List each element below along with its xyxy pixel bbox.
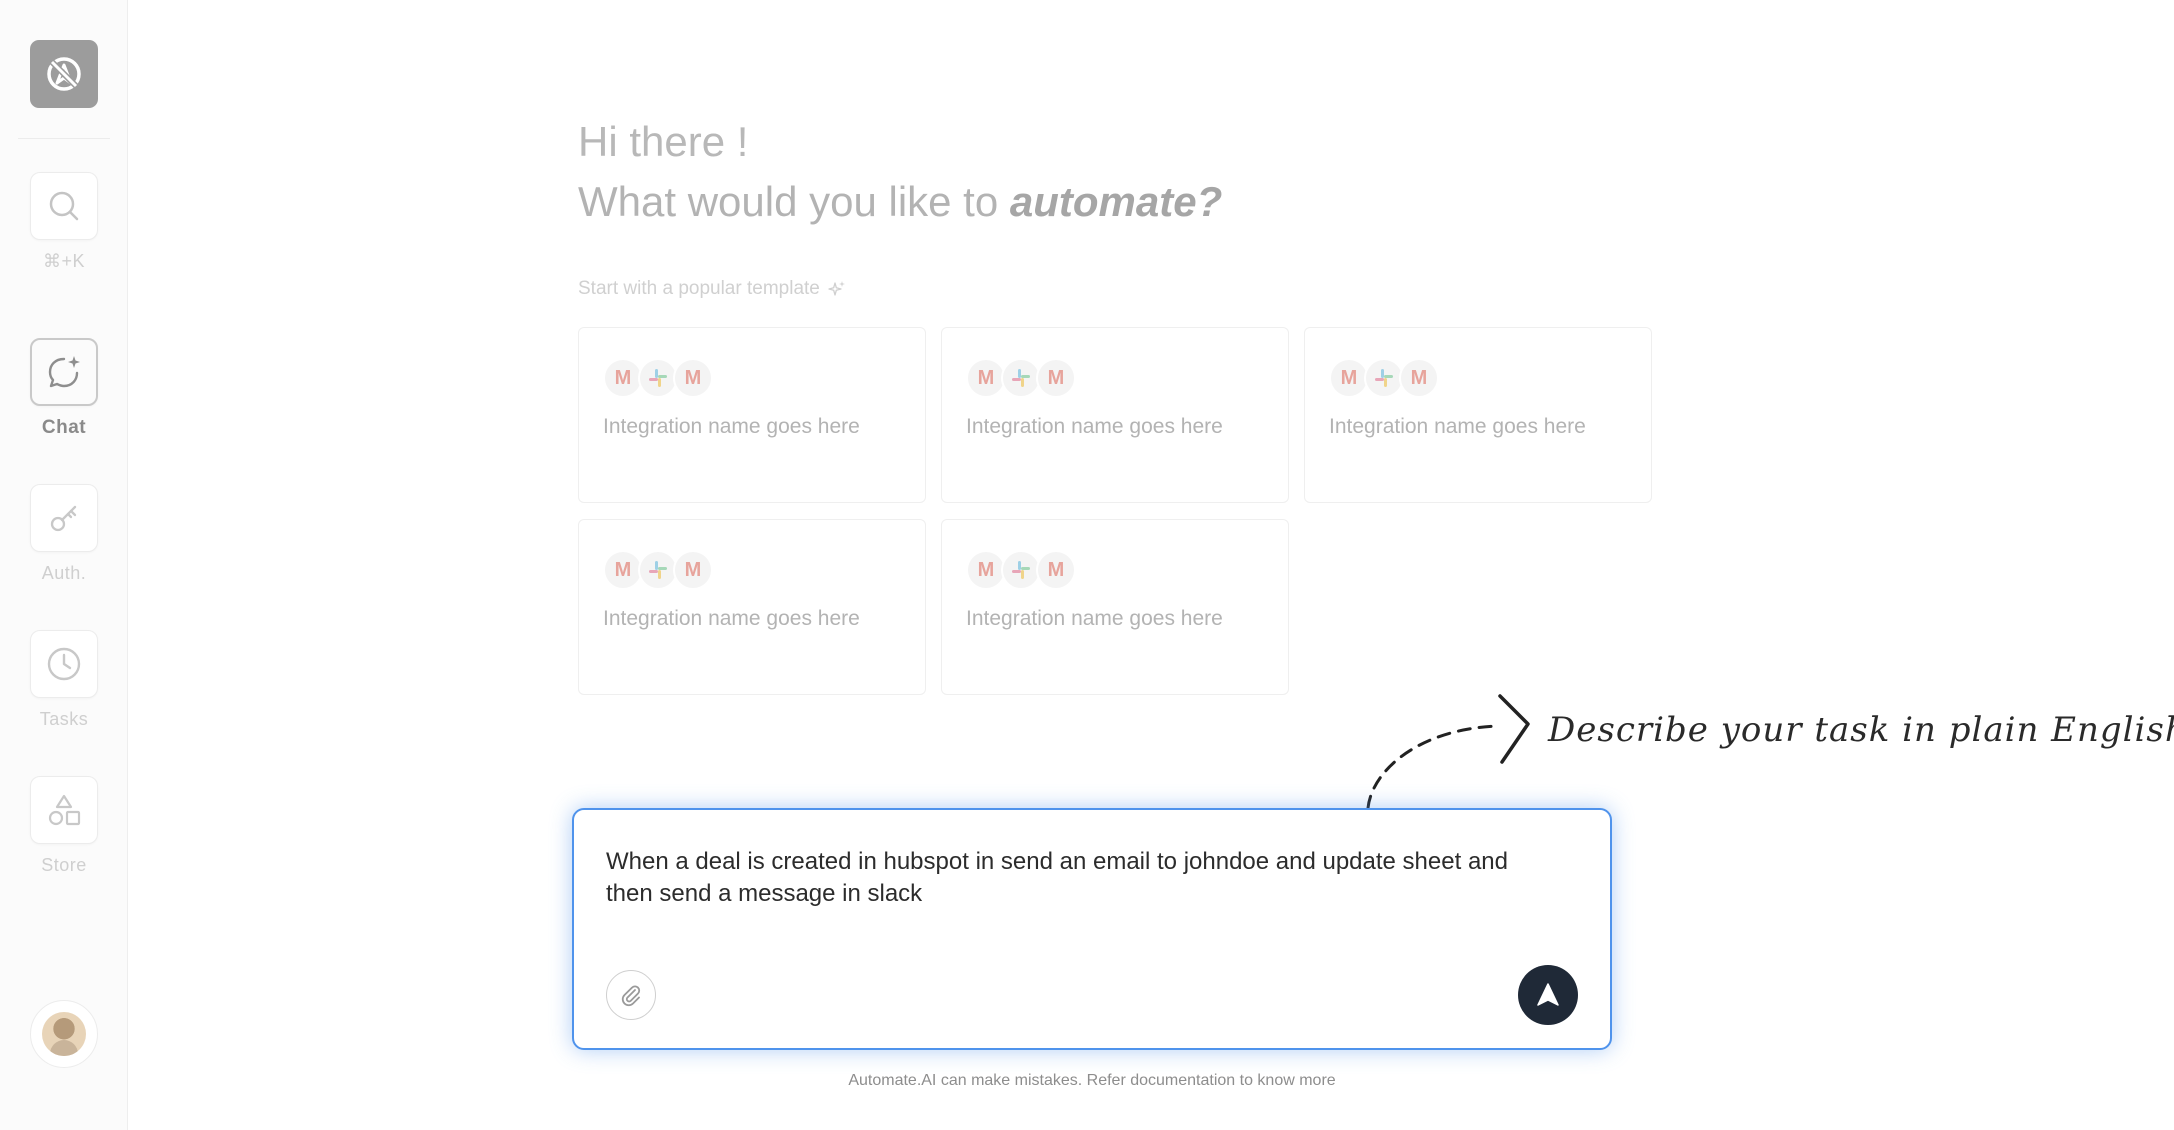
tasks-button[interactable] bbox=[30, 630, 98, 698]
slack-icon bbox=[638, 550, 678, 590]
shapes-icon bbox=[48, 794, 81, 826]
app-logo[interactable] bbox=[30, 40, 98, 108]
send-button[interactable] bbox=[1518, 965, 1578, 1025]
template-card-icons: M M bbox=[966, 550, 1076, 590]
sidebar-item-store[interactable]: Store bbox=[0, 776, 128, 876]
chat-sparkle-icon bbox=[48, 356, 80, 388]
template-card[interactable]: M M Integration name goes here bbox=[1304, 327, 1652, 503]
user-avatar-button[interactable] bbox=[30, 1000, 98, 1068]
templates-label-text: Start with a popular template bbox=[578, 278, 820, 299]
sidebar-item-auth[interactable]: Auth. bbox=[0, 484, 128, 584]
slack-icon bbox=[1364, 358, 1404, 398]
annotation-text: Describe your task in plain English. bbox=[1548, 710, 2174, 750]
gmail-icon: M bbox=[1036, 550, 1076, 590]
template-card-icons: M M bbox=[1329, 358, 1439, 398]
sidebar: ⌘+K Chat Auth. Tasks Store bbox=[0, 0, 128, 1130]
gmail-icon: M bbox=[966, 550, 1006, 590]
template-card-title: Integration name goes here bbox=[966, 607, 1223, 630]
automation-logo-icon bbox=[47, 57, 81, 91]
template-card[interactable]: M M Integration name goes here bbox=[941, 519, 1289, 695]
search-shortcut-label: ⌘+K bbox=[42, 251, 86, 271]
send-arrow-icon bbox=[1537, 983, 1559, 1006]
paperclip-icon bbox=[621, 985, 641, 1007]
sparkle-icon bbox=[828, 281, 845, 296]
gmail-icon: M bbox=[1329, 358, 1369, 398]
clock-icon bbox=[47, 647, 81, 681]
gmail-icon: M bbox=[603, 550, 643, 590]
gmail-icon: M bbox=[1399, 358, 1439, 398]
key-icon bbox=[50, 505, 77, 532]
gmail-icon: M bbox=[966, 358, 1006, 398]
user-avatar bbox=[42, 1012, 86, 1056]
sidebar-divider bbox=[18, 138, 110, 139]
search-icon bbox=[49, 191, 79, 221]
auth-button[interactable] bbox=[30, 484, 98, 552]
template-card-title: Integration name goes here bbox=[603, 415, 860, 438]
template-card-title: Integration name goes here bbox=[603, 607, 860, 630]
annotation-arrow bbox=[1366, 694, 1530, 810]
template-card[interactable]: M M Integration name goes here bbox=[578, 519, 926, 695]
store-button[interactable] bbox=[30, 776, 98, 844]
greeting: Hi there ! bbox=[578, 118, 749, 165]
sidebar-item-tasks[interactable]: Tasks bbox=[0, 630, 128, 730]
store-label: Store bbox=[41, 855, 87, 875]
template-card-icons: M M bbox=[603, 550, 713, 590]
disclaimer-text: Automate.AI can make mistakes. Refer doc… bbox=[848, 1072, 1336, 1089]
chat-label: Chat bbox=[41, 417, 87, 438]
template-card-icons: M M bbox=[966, 358, 1076, 398]
slack-icon bbox=[638, 358, 678, 398]
gmail-icon: M bbox=[673, 550, 713, 590]
gmail-icon: M bbox=[673, 358, 713, 398]
page-title-emphasis: automate? bbox=[1009, 178, 1223, 225]
gmail-icon: M bbox=[1036, 358, 1076, 398]
slack-icon bbox=[1001, 550, 1041, 590]
gmail-icon: M bbox=[603, 358, 643, 398]
template-card-title: Integration name goes here bbox=[1329, 415, 1586, 438]
template-card[interactable]: M M Integration name goes here bbox=[941, 327, 1289, 503]
app-root: ⌘+K Chat Auth. Tasks Store Hi there ! Wh… bbox=[0, 0, 2174, 1130]
page-title-prefix: What would you like to bbox=[578, 178, 999, 225]
prompt-input[interactable]: When a deal is created in hubspot in sen… bbox=[606, 846, 1546, 910]
sidebar-item-search[interactable]: ⌘+K bbox=[0, 172, 128, 272]
template-card-title: Integration name goes here bbox=[966, 415, 1223, 438]
templates-section-label: Start with a popular template bbox=[578, 278, 846, 300]
slack-icon bbox=[1001, 358, 1041, 398]
chat-button[interactable] bbox=[30, 338, 98, 406]
auth-label: Auth. bbox=[41, 563, 87, 583]
page-title: What would you like to automate? bbox=[578, 172, 1222, 232]
tasks-label: Tasks bbox=[39, 709, 89, 729]
sidebar-item-chat[interactable]: Chat bbox=[0, 338, 128, 439]
attach-button[interactable] bbox=[606, 970, 656, 1020]
template-card-icons: M M bbox=[603, 358, 713, 398]
template-card[interactable]: M M Integration name goes here bbox=[578, 327, 926, 503]
prompt-box[interactable]: When a deal is created in hubspot in sen… bbox=[572, 808, 1612, 1050]
search-button[interactable] bbox=[30, 172, 98, 240]
